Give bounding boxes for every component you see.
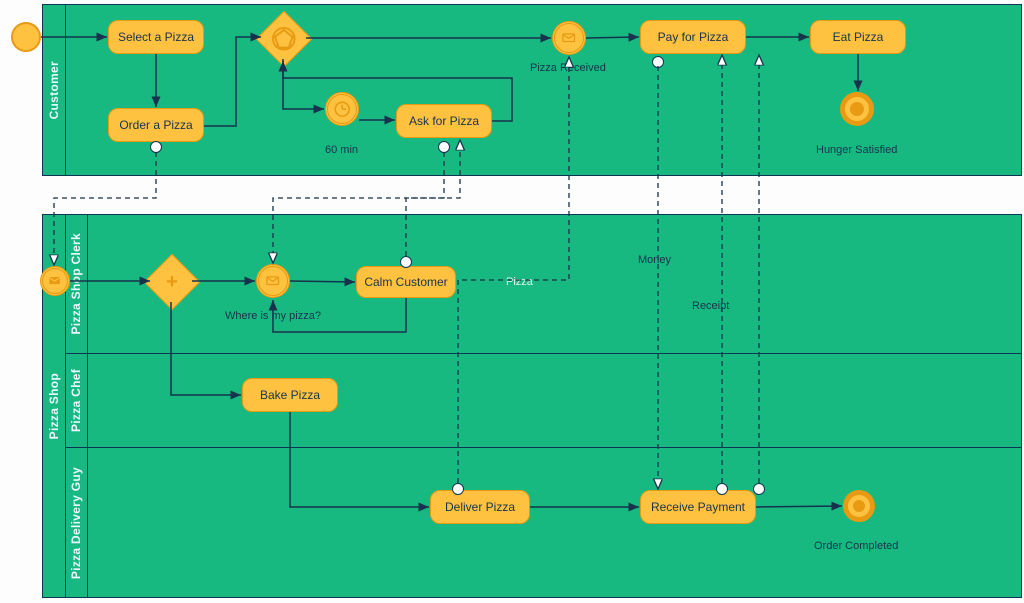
msg-received-label: Pizza Received	[530, 62, 606, 74]
msgdot-recv1	[716, 483, 728, 495]
end-event-hunger	[840, 92, 874, 126]
end-event-order-completed	[843, 490, 875, 522]
lane-delivery: Pizza Delivery Guy	[65, 447, 1021, 598]
msgdot-calm	[400, 256, 412, 268]
task-pay-for-pizza: Pay for Pizza	[640, 20, 746, 54]
envelope-icon	[561, 30, 576, 45]
msgdot-pizza	[452, 483, 464, 495]
task-receive-payment: Receive Payment	[640, 490, 756, 524]
end-label-order-done: Order Completed	[814, 540, 898, 552]
msg-label-money: Money	[638, 254, 671, 266]
timer-label: 60 min	[325, 144, 358, 156]
msg-event-where-is-pizza	[256, 264, 290, 298]
plus-icon: +	[153, 263, 191, 301]
task-order-pizza: Order a Pizza	[108, 108, 204, 142]
envelope-icon	[48, 274, 61, 287]
where-label: Where is my pizza?	[225, 310, 321, 322]
msgdot-order	[150, 141, 162, 153]
msgdot-money	[652, 56, 664, 68]
lane-chef-title: Pizza Chef	[69, 369, 83, 432]
clock-icon	[333, 100, 351, 118]
pool-customer-title: Customer	[47, 61, 61, 119]
lane-delivery-title: Pizza Delivery Guy	[69, 467, 83, 579]
end-label-hunger: Hunger Satisfied	[816, 144, 897, 156]
task-eat-pizza: Eat Pizza	[810, 20, 906, 54]
pool-shop-title: Pizza Shop	[47, 373, 61, 439]
lane-clerk: Pizza Shop Clerk	[65, 215, 1021, 353]
task-ask-for-pizza: Ask for Pizza	[396, 104, 492, 138]
task-calm-customer: Calm Customer	[356, 266, 456, 298]
start-msg-event-shop	[40, 266, 70, 296]
msgdot-recv2	[753, 483, 765, 495]
msg-event-pizza-received	[552, 21, 586, 55]
task-bake-pizza: Bake Pizza	[242, 378, 338, 412]
task-deliver-pizza: Deliver Pizza	[430, 490, 530, 524]
task-select-pizza: Select a Pizza	[108, 20, 204, 54]
msgdot-ask	[438, 141, 450, 153]
timer-event-60min	[325, 92, 359, 126]
lane-clerk-title: Pizza Shop Clerk	[69, 233, 83, 335]
start-event-customer	[11, 22, 41, 52]
pool-customer-head: Customer	[43, 5, 66, 175]
lane-delivery-head: Pizza Delivery Guy	[65, 448, 88, 598]
envelope-icon	[265, 273, 280, 288]
lane-chef: Pizza Chef	[65, 353, 1021, 448]
pentagon-icon	[265, 20, 303, 58]
lane-chef-head: Pizza Chef	[65, 354, 88, 448]
msg-label-pizza: Pizza	[506, 276, 533, 288]
msg-label-receipt: Receipt	[692, 300, 729, 312]
